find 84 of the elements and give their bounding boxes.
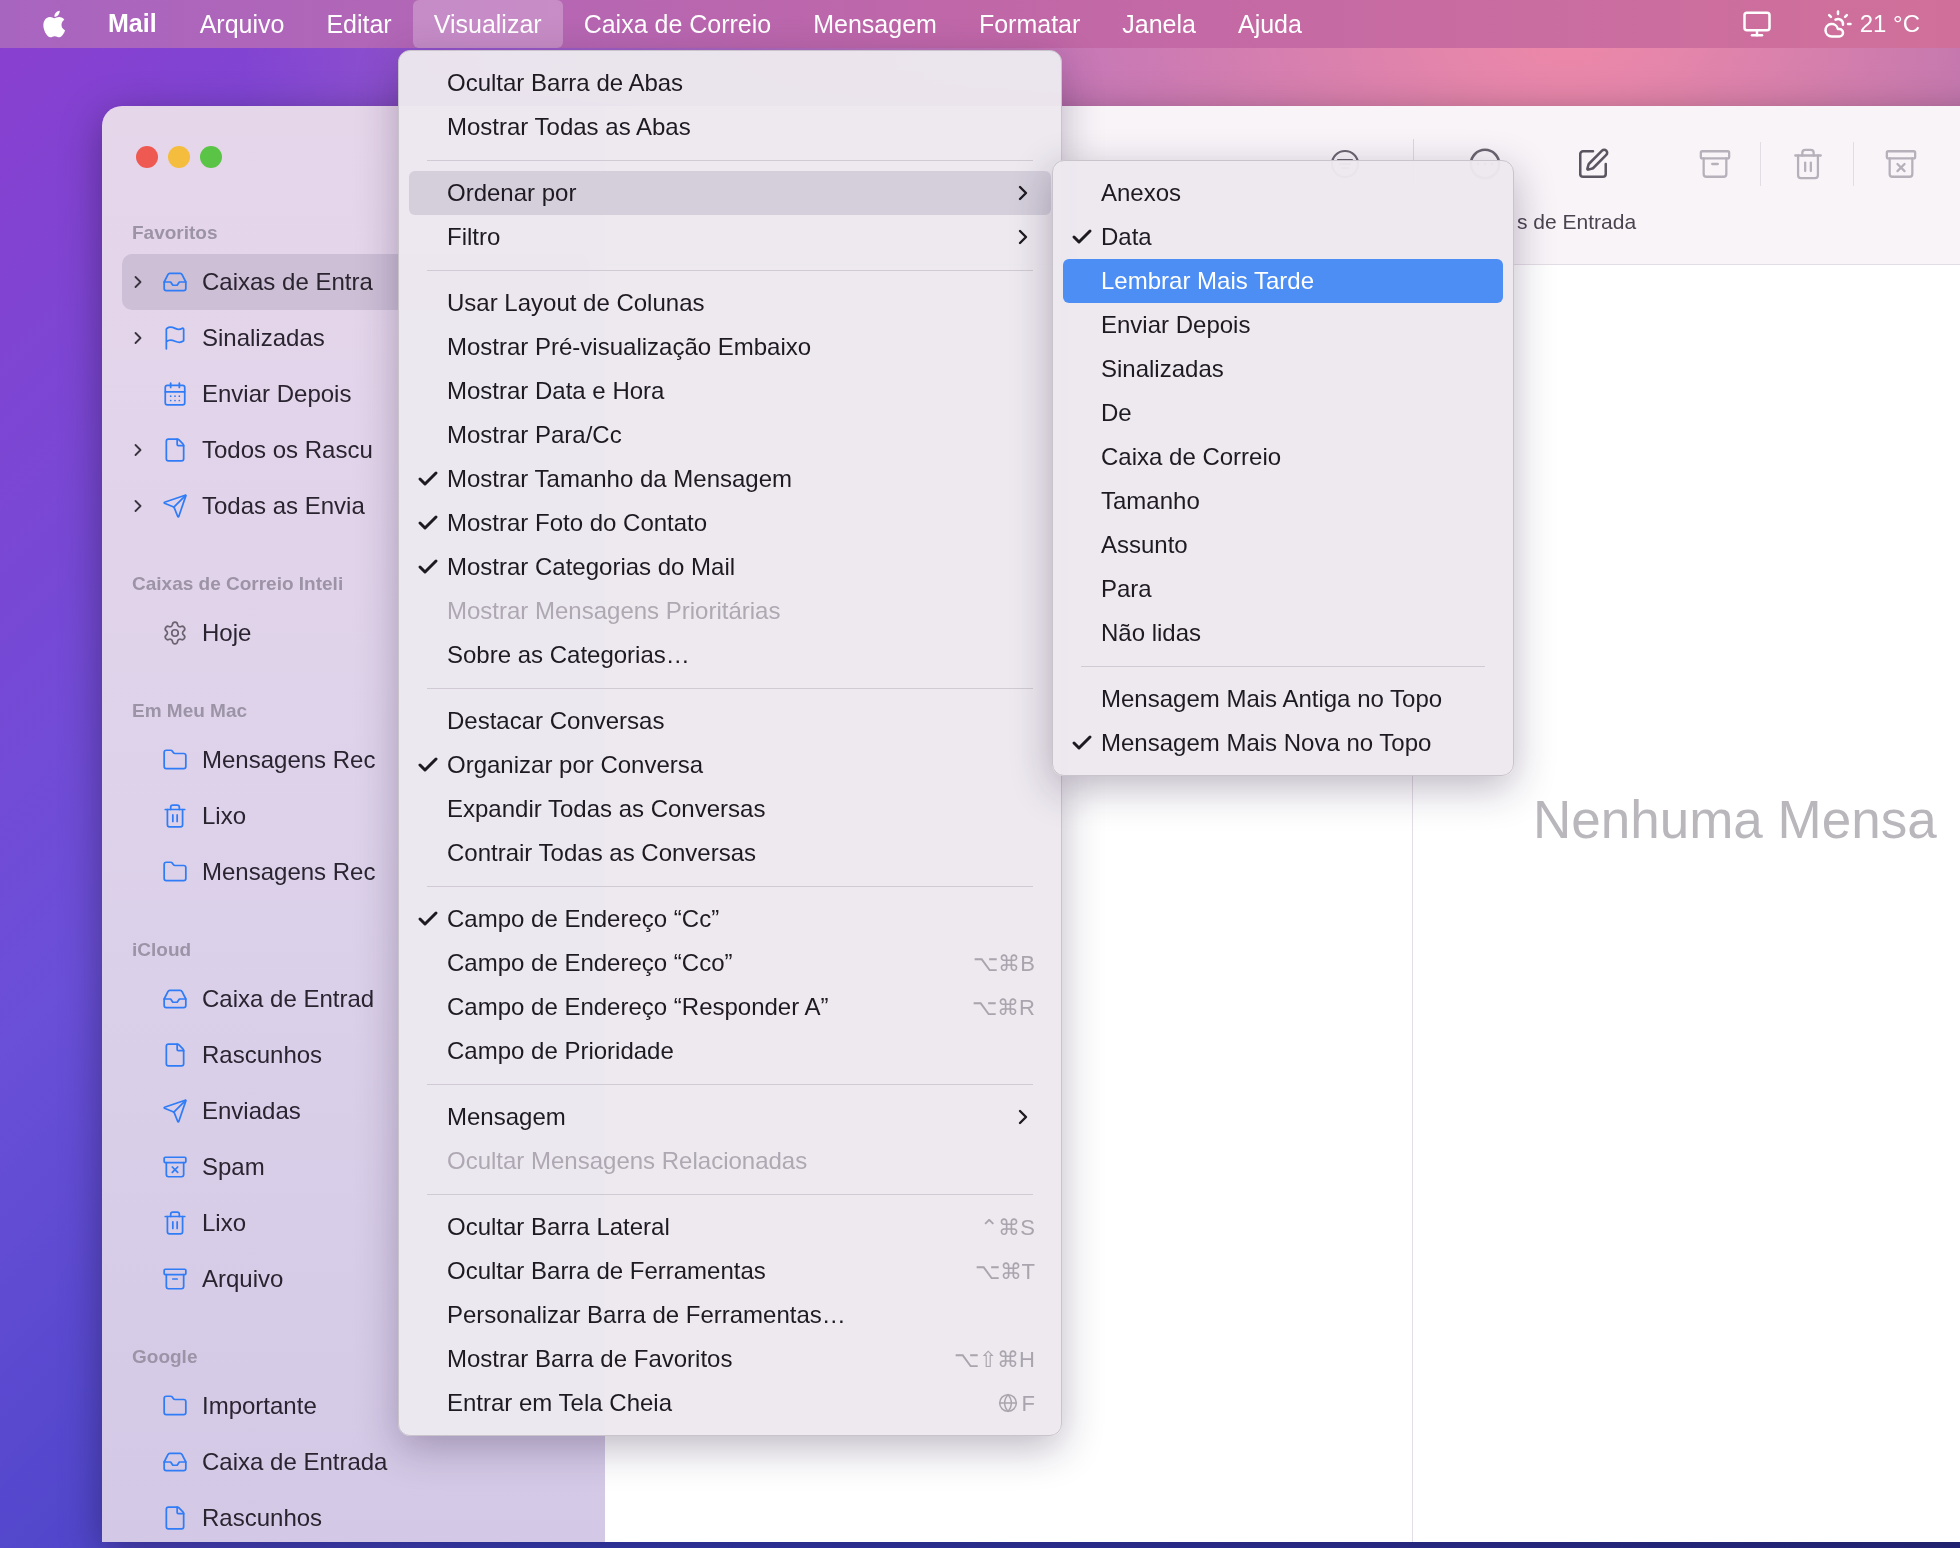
menu-item[interactable]: Mostrar Para/Cc — [409, 413, 1051, 457]
app-menu-title[interactable]: Mail — [108, 5, 157, 43]
menu-item[interactable]: Tamanho — [1063, 479, 1503, 523]
document-icon — [162, 1042, 188, 1068]
globe-icon — [997, 1393, 1018, 1413]
keyboard-shortcut: F — [997, 1386, 1035, 1420]
sidebar-section-header: Caixas de Correio Inteli — [131, 572, 344, 596]
menu-item[interactable]: Ocultar Barra de Ferramentas ⌥⌘T — [409, 1249, 1051, 1293]
sidebar-section-header: Em Meu Mac — [131, 699, 248, 723]
menu-item[interactable]: Ocultar Barra Lateral ⌃⌘S — [409, 1205, 1051, 1249]
trash-icon[interactable] — [1791, 147, 1825, 181]
junk-box-icon — [162, 1154, 188, 1180]
compose-icon[interactable] — [1576, 147, 1610, 181]
sidebar-section-header: Favoritos — [131, 221, 218, 245]
menu-item[interactable]: Assunto — [1063, 523, 1503, 567]
menu-item[interactable]: Expandir Todas as Conversas — [409, 787, 1051, 831]
menu-item[interactable]: Personalizar Barra de Ferramentas… — [409, 1293, 1051, 1337]
menu-item[interactable]: Não lidas — [1063, 611, 1503, 655]
keyboard-shortcut: ⌥⌘B — [973, 949, 1035, 978]
document-icon — [162, 1505, 188, 1531]
paper-plane-icon — [162, 1098, 188, 1124]
apple-logo-icon[interactable] — [40, 9, 66, 39]
menu-item[interactable]: Mostrar Todas as Abas — [409, 105, 1051, 149]
tray-icon — [162, 986, 188, 1012]
menu-bar-item[interactable]: Caixa de Correio — [562, 0, 793, 48]
menu-item[interactable]: Campo de Endereço “Cco” ⌥⌘B — [409, 941, 1051, 985]
menu-item[interactable]: Mostrar Categorias do Mail — [409, 545, 1051, 589]
menu-item[interactable]: Caixa de Correio — [1063, 435, 1503, 479]
keyboard-shortcut: ⌃⌘S — [980, 1213, 1035, 1242]
menu-item[interactable]: Campo de Endereço “Cc” — [409, 897, 1051, 941]
menu-item[interactable]: Mostrar Foto do Contato — [409, 501, 1051, 545]
menu-item[interactable]: Mensagem — [409, 1095, 1051, 1139]
menu-item[interactable]: Campo de Prioridade — [409, 1029, 1051, 1073]
menu-item[interactable]: Mostrar Pré-visualização Embaixo — [409, 325, 1051, 369]
gear-icon — [162, 620, 188, 646]
close-window-button[interactable] — [136, 146, 158, 168]
calendar-icon — [162, 381, 188, 407]
menu-item[interactable]: Mostrar Barra de Favoritos ⌥⇧⌘H — [409, 1337, 1051, 1381]
menu-item[interactable]: Data — [1063, 215, 1503, 259]
inbox-icon — [162, 269, 188, 295]
menu-bar-item[interactable]: Ajuda — [1217, 0, 1323, 48]
menu-item[interactable]: De — [1063, 391, 1503, 435]
folder-icon — [162, 747, 188, 773]
archive-box-icon — [162, 1266, 188, 1292]
sidebar-item[interactable]: Caixa de Entrada — [122, 1434, 589, 1490]
menu-item[interactable]: Mensagem Mais Nova no Topo — [1063, 721, 1503, 765]
menu-item[interactable]: Ordenar por — [409, 171, 1051, 215]
weather-icon[interactable] — [1821, 9, 1854, 39]
trash-icon — [162, 803, 188, 829]
menu-item[interactable]: Anexos — [1063, 171, 1503, 215]
menu-item[interactable]: Destacar Conversas — [409, 699, 1051, 743]
menu-item[interactable]: Ocultar Barra de Abas — [409, 61, 1051, 105]
keyboard-shortcut: ⌥⌘R — [972, 993, 1035, 1022]
mailbox-subtitle: s de Entrada — [1517, 209, 1637, 235]
archive-icon[interactable] — [1698, 147, 1732, 181]
menu-item[interactable]: Entrar em Tela Cheia F — [409, 1381, 1051, 1425]
menu-bar-item[interactable]: Mensagem — [792, 0, 958, 48]
menu-item[interactable]: Organizar por Conversa — [409, 743, 1051, 787]
menu-item[interactable]: Mostrar Data e Hora — [409, 369, 1051, 413]
menu-item[interactable]: Campo de Endereço “Responder A” ⌥⌘R — [409, 985, 1051, 1029]
menu-item[interactable]: Mensagem Mais Antiga no Topo — [1063, 677, 1503, 721]
folder-icon — [162, 859, 188, 885]
sidebar-section-header: Google — [131, 1345, 198, 1369]
empty-state-message: Nenhuma Mensa — [1533, 790, 1937, 849]
paper-plane-icon — [162, 493, 188, 519]
sidebar-item[interactable]: Rascunhos — [122, 1490, 589, 1542]
menu-item[interactable]: Sinalizadas — [1063, 347, 1503, 391]
menu-bar-item[interactable]: Janela — [1101, 0, 1217, 48]
document-icon — [162, 437, 188, 463]
menu-bar-item[interactable]: Formatar — [957, 0, 1102, 48]
menu-bar-item[interactable]: Arquivo — [178, 0, 306, 48]
flag-icon — [162, 325, 188, 351]
menu-item[interactable]: Mostrar Tamanho da Mensagem — [409, 457, 1051, 501]
menu-item[interactable]: Para — [1063, 567, 1503, 611]
keyboard-shortcut: ⌥⇧⌘H — [954, 1345, 1035, 1374]
menu-item[interactable]: Sobre as Categorias… — [409, 633, 1051, 677]
menu-bar-item[interactable]: Editar — [305, 0, 413, 48]
tray-icon — [162, 1449, 188, 1475]
folder-icon — [162, 1393, 188, 1419]
sidebar-section-header: iCloud — [131, 938, 192, 962]
keyboard-shortcut: ⌥⌘T — [974, 1257, 1035, 1286]
menu-item[interactable]: Enviar Depois — [1063, 303, 1503, 347]
menu-item[interactable]: Contrair Todas as Conversas — [409, 831, 1051, 875]
trash-icon — [162, 1210, 188, 1236]
